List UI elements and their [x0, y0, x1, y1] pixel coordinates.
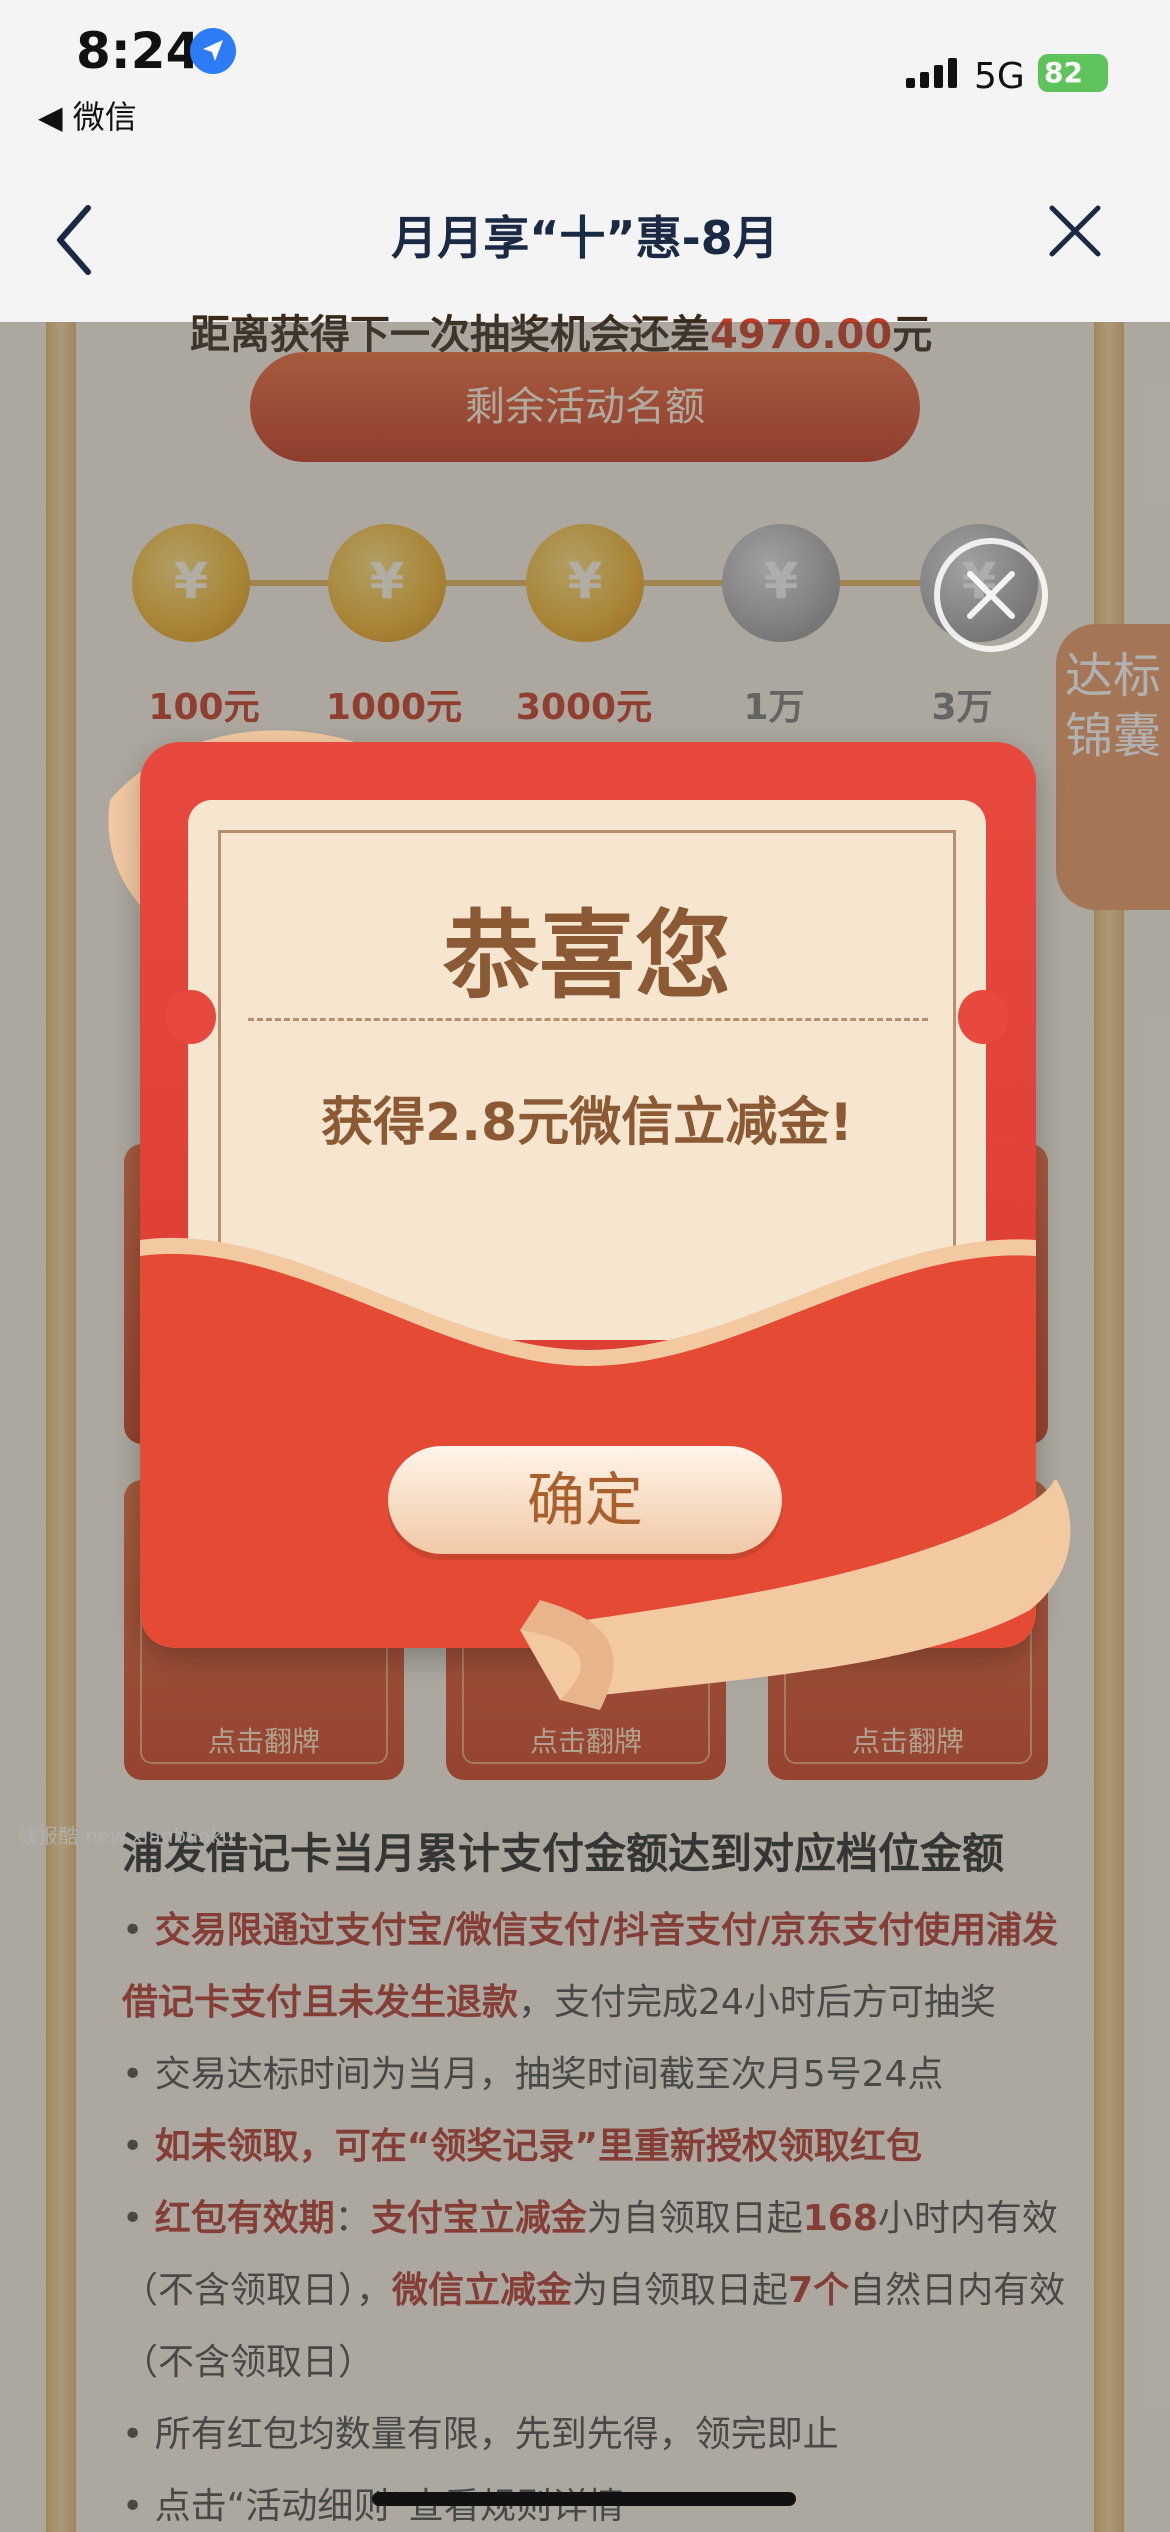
back-to-app-link[interactable]: ◀ 微信 — [38, 92, 137, 138]
status-time: 8:24 — [76, 22, 201, 80]
battery-level: 82 — [1044, 56, 1083, 89]
close-icon[interactable] — [1046, 202, 1104, 260]
status-bar: 8:24 ◀ 微信 5G 82 — [0, 0, 1170, 160]
reward-description: 获得2.8元微信立减金! — [321, 1093, 853, 1153]
congrats-heading: 恭喜您 — [443, 900, 731, 1012]
close-icon — [967, 571, 1015, 619]
ribbon-decoration — [520, 1480, 1071, 1710]
cell-signal-icon — [906, 58, 957, 88]
page-title: 月月享“十”惠-8月 — [391, 211, 779, 265]
nav-bar: 月月享“十”惠-8月 — [0, 160, 1170, 322]
location-icon — [190, 28, 236, 74]
network-type: 5G — [974, 56, 1025, 97]
battery-indicator: 82 — [1038, 54, 1108, 92]
modal-close-button[interactable] — [934, 538, 1048, 652]
home-indicator — [372, 2492, 796, 2506]
